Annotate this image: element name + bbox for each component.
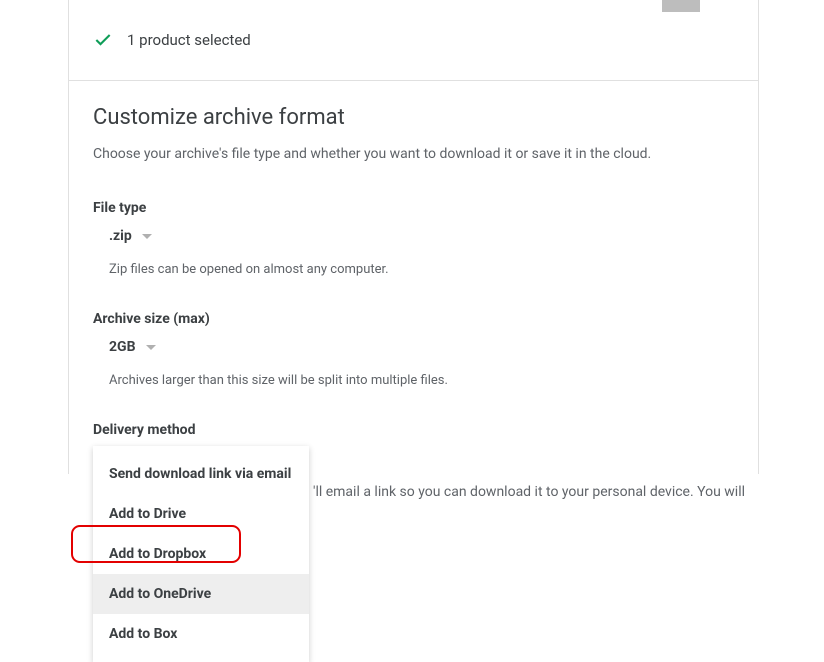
file-type-value: .zip: [109, 228, 132, 244]
scrollbar-thumb[interactable]: [662, 0, 700, 12]
chevron-down-icon: [142, 234, 152, 239]
chevron-down-icon: [146, 345, 156, 350]
file-type-helper: Zip files can be opened on almost any co…: [93, 262, 734, 277]
status-bar: 1 product selected: [69, 0, 758, 81]
customize-heading: Customize archive format: [93, 105, 734, 130]
delivery-dropdown-menu: Send download link via email Add to Driv…: [93, 446, 309, 662]
menu-item-onedrive[interactable]: Add to OneDrive: [93, 574, 309, 614]
archive-size-dropdown[interactable]: 2GB: [93, 339, 734, 355]
menu-item-drive[interactable]: Add to Drive: [93, 494, 309, 534]
customize-description: Choose your archive's file type and whet…: [93, 146, 734, 162]
file-type-label: File type: [93, 200, 734, 216]
status-text: 1 product selected: [127, 31, 251, 49]
main-container: 1 product selected Customize archive for…: [68, 0, 759, 474]
menu-item-email[interactable]: Send download link via email: [93, 454, 309, 494]
check-icon: [93, 30, 113, 50]
archive-size-value: 2GB: [109, 339, 136, 355]
delivery-helper-partial: 'll email a link so you can download it …: [313, 484, 745, 500]
file-type-section: File type .zip Zip files can be opened o…: [93, 200, 734, 277]
archive-size-section: Archive size (max) 2GB Archives larger t…: [93, 311, 734, 388]
archive-size-helper: Archives larger than this size will be s…: [93, 373, 734, 388]
content-area: Customize archive format Choose your arc…: [69, 81, 758, 474]
archive-size-label: Archive size (max): [93, 311, 734, 327]
file-type-dropdown[interactable]: .zip: [93, 228, 734, 244]
menu-item-dropbox[interactable]: Add to Dropbox: [93, 534, 309, 574]
delivery-label: Delivery method: [93, 422, 734, 438]
menu-item-box[interactable]: Add to Box: [93, 614, 309, 654]
delivery-section: Delivery method 'll email a link so you …: [93, 422, 734, 438]
